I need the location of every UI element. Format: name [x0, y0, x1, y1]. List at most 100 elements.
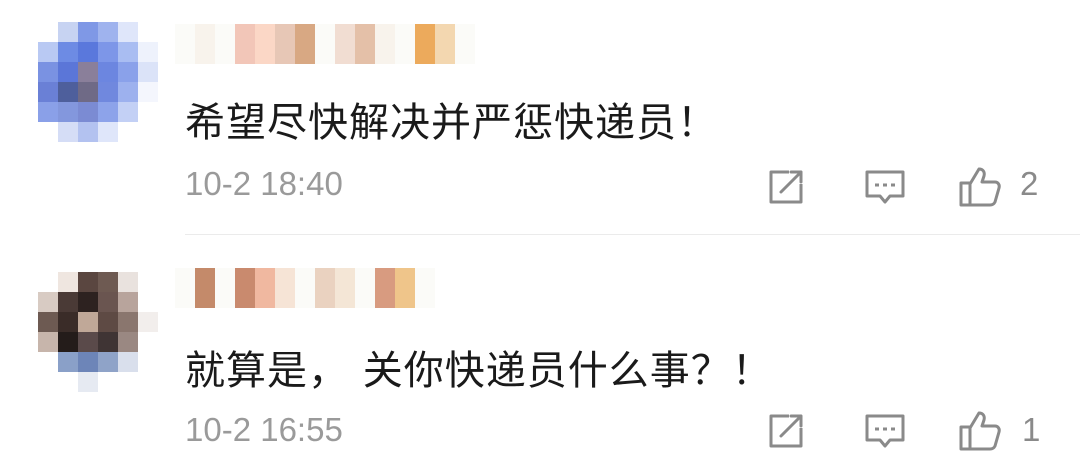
mosaic-tile [38, 82, 58, 102]
mosaic-tile [138, 22, 158, 42]
avatar-mosaic [38, 272, 158, 392]
mosaic-tile [118, 42, 138, 62]
mosaic-tile [58, 272, 78, 292]
mosaic-tile [235, 24, 255, 64]
mosaic-tile [138, 332, 158, 352]
mosaic-tile [295, 24, 315, 64]
mosaic-tile [78, 312, 98, 332]
comment-item: 就算是， 关你快递员什么事？！ 10-2 16:55 1 [0, 236, 1080, 470]
mosaic-tile [175, 24, 195, 64]
mosaic-tile [78, 352, 98, 372]
mosaic-tile [455, 24, 475, 64]
mosaic-tile [395, 24, 415, 64]
mosaic-tile [275, 268, 295, 308]
mosaic-tile [98, 352, 118, 372]
comment-text: 就算是， 关你快递员什么事？！ [185, 348, 773, 394]
mosaic-tile [78, 272, 98, 292]
mosaic-tile [118, 332, 138, 352]
mosaic-tile [138, 122, 158, 142]
mosaic-tile [435, 24, 455, 64]
mosaic-tile [255, 268, 275, 308]
mosaic-tile [38, 22, 58, 42]
mosaic-tile [38, 102, 58, 122]
mosaic-tile [58, 352, 78, 372]
mosaic-tile [295, 268, 315, 308]
thumbs-up-icon[interactable] [957, 164, 1003, 210]
mosaic-tile [138, 102, 158, 122]
mosaic-tile [58, 62, 78, 82]
mosaic-tile [58, 122, 78, 142]
mosaic-tile [58, 82, 78, 102]
mosaic-tile [98, 22, 118, 42]
comment-timestamp: 10-2 18:40 [185, 165, 343, 202]
mosaic-tile [415, 268, 435, 308]
comment-item: 希望尽快解决并严惩快递员！ 10-2 18:40 2 [0, 0, 1080, 234]
mosaic-tile [78, 122, 98, 142]
mosaic-tile [98, 372, 118, 392]
mosaic-tile [98, 42, 118, 62]
mosaic-tile [98, 272, 118, 292]
avatar[interactable] [38, 272, 158, 392]
divider [185, 234, 1080, 235]
mosaic-tile [58, 292, 78, 312]
mosaic-tile [235, 268, 255, 308]
mosaic-tile [38, 42, 58, 62]
mosaic-tile [98, 292, 118, 312]
comment-icon[interactable] [862, 164, 908, 210]
mosaic-tile [335, 24, 355, 64]
comment-text: 希望尽快解决并严惩快递员！ [185, 100, 718, 146]
mosaic-tile [98, 82, 118, 102]
mosaic-tile [138, 62, 158, 82]
mosaic-tile [195, 24, 215, 64]
mosaic-tile [195, 268, 215, 308]
mosaic-tile [118, 292, 138, 312]
mosaic-tile [38, 372, 58, 392]
mosaic-tile [415, 24, 435, 64]
mosaic-tile [255, 24, 275, 64]
like-count: 2 [1020, 165, 1039, 202]
username-blurred[interactable] [175, 268, 435, 308]
mosaic-tile [58, 102, 78, 122]
mosaic-tile [138, 312, 158, 332]
share-icon[interactable] [763, 408, 809, 454]
mosaic-tile [138, 372, 158, 392]
mosaic-tile [38, 312, 58, 332]
mosaic-tile [58, 312, 78, 332]
mosaic-tile [118, 272, 138, 292]
mosaic-tile [215, 24, 235, 64]
mosaic-tile [118, 62, 138, 82]
mosaic-tile [118, 22, 138, 42]
mosaic-tile [78, 292, 98, 312]
thumbs-up-icon[interactable] [957, 408, 1003, 454]
comment-timestamp: 10-2 16:55 [185, 411, 343, 448]
mosaic-tile [58, 42, 78, 62]
mosaic-tile [98, 312, 118, 332]
mosaic-tile [58, 22, 78, 42]
mosaic-tile [78, 372, 98, 392]
avatar[interactable] [38, 22, 158, 142]
comment-icon[interactable] [862, 408, 908, 454]
mosaic-tile [58, 372, 78, 392]
mosaic-tile [138, 82, 158, 102]
mosaic-tile [138, 272, 158, 292]
mosaic-tile [98, 122, 118, 142]
mosaic-tile [78, 42, 98, 62]
mosaic-tile [118, 312, 138, 332]
username-blurred[interactable] [175, 24, 475, 64]
mosaic-tile [118, 102, 138, 122]
mosaic-tile [118, 372, 138, 392]
mosaic-tile [78, 102, 98, 122]
avatar-mosaic [38, 22, 158, 142]
mosaic-tile [38, 352, 58, 372]
mosaic-tile [118, 122, 138, 142]
mosaic-tile [275, 24, 295, 64]
mosaic-tile [78, 22, 98, 42]
mosaic-tile [138, 42, 158, 62]
mosaic-tile [98, 102, 118, 122]
share-icon[interactable] [763, 164, 809, 210]
mosaic-tile [78, 82, 98, 102]
mosaic-tile [138, 292, 158, 312]
mosaic-tile [335, 268, 355, 308]
mosaic-tile [58, 332, 78, 352]
mosaic-tile [78, 62, 98, 82]
